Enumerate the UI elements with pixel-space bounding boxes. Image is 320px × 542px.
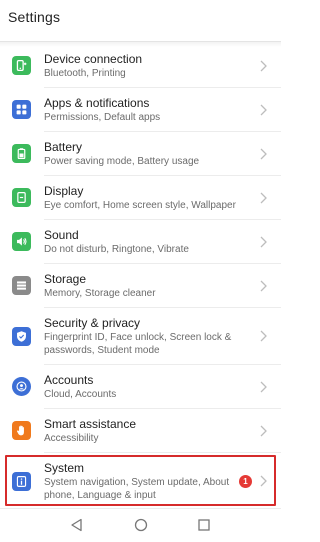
battery-icon [12,144,31,163]
system-highlight-box [5,455,276,506]
settings-item-smart-assistance[interactable]: Smart assistance Accessibility [0,409,281,453]
chevron-right-icon [258,192,268,204]
item-title: Apps & notifications [44,96,150,110]
item-subtitle: Cloud, Accounts [44,389,117,400]
settings-item-device-connection[interactable]: Device connection Bluetooth, Printing [0,44,281,88]
chevron-right-icon [258,60,268,72]
header: Settings [0,0,281,40]
settings-item-apps[interactable]: Apps & notifications Permissions, Defaul… [0,88,281,132]
back-icon[interactable] [70,518,84,532]
storage-icon [12,276,31,295]
settings-item-storage[interactable]: Storage Memory, Storage cleaner [0,264,281,308]
item-subtitle: Accessibility [44,433,99,444]
chevron-right-icon [258,280,268,292]
device-connection-icon [12,56,31,75]
update-count-badge: 1 [239,475,252,488]
navigation-bar [0,508,281,542]
item-title: Device connection [44,52,143,66]
account-icon [12,377,31,396]
item-title: Battery [44,140,83,154]
chevron-right-icon [258,148,268,160]
recents-icon[interactable] [197,518,211,532]
chevron-right-icon [258,381,268,393]
settings-item-security[interactable]: Security & privacy Fingerprint ID, Face … [0,308,281,365]
item-title: Security & privacy [44,316,141,330]
shield-icon [12,327,31,346]
item-subtitle: Fingerprint ID, Face unlock, Screen lock… [44,332,232,356]
item-subtitle: Permissions, Default apps [44,112,161,123]
display-icon [12,188,31,207]
item-subtitle: Bluetooth, Printing [44,68,126,79]
item-title: Sound [44,228,79,242]
settings-item-accounts[interactable]: Accounts Cloud, Accounts [0,365,281,409]
home-icon[interactable] [134,518,148,532]
settings-item-battery[interactable]: Battery Power saving mode, Battery usage [0,132,281,176]
settings-item-sound[interactable]: Sound Do not disturb, Ringtone, Vibrate [0,220,281,264]
item-title: Smart assistance [44,417,137,431]
apps-icon [12,100,31,119]
settings-item-display[interactable]: Display Eye comfort, Home screen style, … [0,176,281,220]
chevron-right-icon [258,425,268,437]
item-title: Display [44,184,84,198]
chevron-right-icon [258,236,268,248]
chevron-right-icon [258,104,268,116]
item-subtitle: Memory, Storage cleaner [44,288,156,299]
item-subtitle: Eye comfort, Home screen style, Wallpape… [44,200,236,211]
settings-screen: Settings Device connection Bluetooth, Pr… [0,0,281,542]
item-title: Accounts [44,373,94,387]
item-subtitle: Do not disturb, Ringtone, Vibrate [44,244,189,255]
sound-icon [12,232,31,251]
page-title: Settings [8,9,61,25]
item-subtitle: Power saving mode, Battery usage [44,156,200,167]
hand-icon [12,421,31,440]
chevron-right-icon [258,330,268,342]
item-title: Storage [44,272,87,286]
